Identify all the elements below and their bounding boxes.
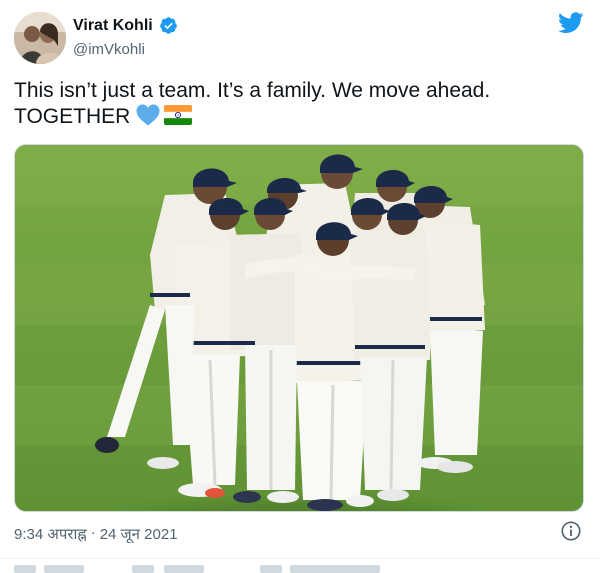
blue-heart-emoji-icon bbox=[136, 104, 160, 126]
twitter-bird-icon[interactable] bbox=[558, 12, 584, 34]
author-avatar[interactable] bbox=[14, 12, 66, 64]
info-icon[interactable] bbox=[560, 520, 582, 542]
timestamp-separator: · bbox=[90, 524, 96, 541]
tweet-time[interactable]: 9:34 अपराह्न bbox=[14, 524, 87, 544]
verified-badge-icon bbox=[159, 17, 177, 34]
tweet-photo[interactable] bbox=[14, 144, 584, 512]
tweet-action-bar bbox=[0, 558, 600, 573]
tweet-text-line-2: TOGETHER bbox=[14, 104, 574, 130]
tweet-text-line-1: This isn’t just a team. It’s a family. W… bbox=[14, 79, 491, 102]
team-huddle-photo-icon bbox=[15, 145, 583, 511]
author-handle[interactable]: @imVkohli bbox=[73, 41, 145, 58]
tweet-date[interactable]: 24 जून 2021 bbox=[100, 524, 178, 544]
avatar-photo-icon bbox=[14, 12, 66, 64]
author-name[interactable]: Virat Kohli bbox=[73, 17, 153, 35]
tweet-text: This isn’t just a team. It’s a family. W… bbox=[14, 78, 574, 130]
tweet-card: Virat Kohli @imVkohli This isn’t just a … bbox=[0, 0, 600, 573]
author-name-row[interactable]: Virat Kohli bbox=[73, 16, 178, 35]
india-flag-emoji-icon bbox=[164, 105, 193, 125]
tweet-timestamp[interactable]: 9:34 अपराह्न · 24 जून 2021 bbox=[14, 524, 178, 544]
tweet-text-together: TOGETHER bbox=[14, 105, 131, 128]
